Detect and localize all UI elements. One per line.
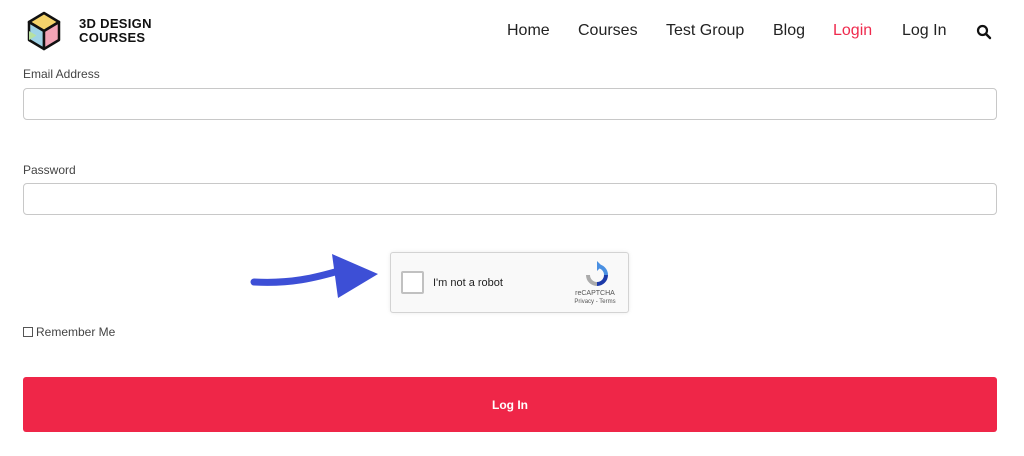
pointer-arrow-icon (250, 254, 378, 298)
email-field[interactable] (23, 88, 997, 120)
remember-me-checkbox[interactable] (23, 327, 33, 337)
nav-item-test-group[interactable]: Test Group (666, 22, 744, 40)
nav-item-courses[interactable]: Courses (578, 22, 638, 40)
search-icon[interactable] (976, 24, 992, 40)
password-field[interactable] (23, 183, 997, 215)
log-in-button[interactable]: Log In (23, 377, 997, 432)
remember-me: Remember Me (23, 325, 115, 339)
nav-item-home[interactable]: Home (507, 22, 550, 40)
brand-line-1: 3D DESIGN (79, 16, 152, 31)
site-header: 3D DESIGN COURSES Home Courses Test Grou… (0, 0, 1024, 64)
nav-item-blog[interactable]: Blog (773, 22, 805, 40)
recaptcha-widget: I'm not a robot reCAPTCHA Privacy - Term… (390, 252, 629, 313)
recaptcha-brand: reCAPTCHA (575, 290, 615, 297)
logo-cube-icon[interactable] (26, 11, 62, 51)
remember-me-label[interactable]: Remember Me (36, 325, 115, 339)
password-label: Password (23, 163, 76, 177)
recaptcha-logo-icon (586, 261, 608, 286)
recaptcha-links[interactable]: Privacy - Terms (566, 299, 624, 305)
recaptcha-label: I'm not a robot (433, 277, 503, 289)
nav-item-log-in[interactable]: Log In (902, 22, 946, 40)
brand-name[interactable]: 3D DESIGN COURSES (79, 17, 152, 45)
email-label: Email Address (23, 67, 100, 81)
nav-item-login[interactable]: Login (833, 22, 872, 40)
recaptcha-checkbox[interactable] (401, 271, 424, 294)
brand-line-2: COURSES (79, 30, 146, 45)
